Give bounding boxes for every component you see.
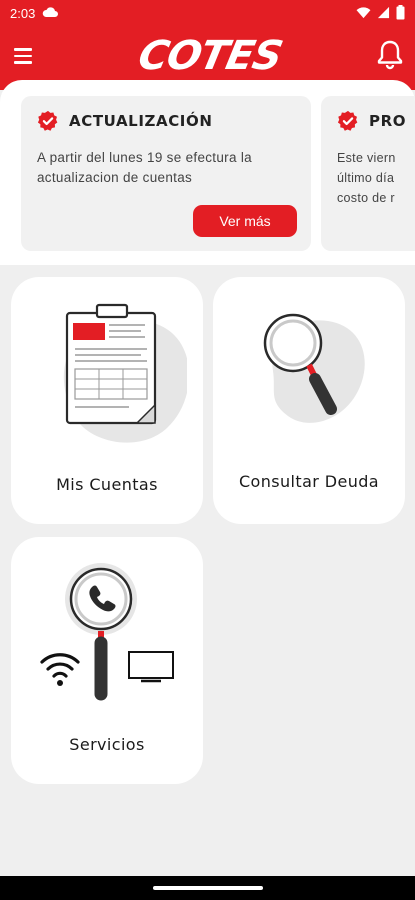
- battery-icon: [396, 5, 405, 20]
- home-gesture-handle[interactable]: [153, 886, 263, 890]
- tile-label: Mis Cuentas: [56, 475, 158, 494]
- status-time: 2:03: [10, 6, 36, 21]
- clipboard-document-icon: [63, 303, 187, 443]
- magnifying-glass-icon: [263, 313, 365, 423]
- notice-text: A partir del lunes 19 se efectura la act…: [37, 150, 252, 185]
- verified-badge-icon: [37, 110, 58, 131]
- wifi-icon: [356, 7, 371, 19]
- signal-icon: [377, 6, 390, 19]
- notice-text: Este viern último día costo de r: [337, 148, 415, 208]
- tile-mis-cuentas[interactable]: Mis Cuentas: [11, 277, 203, 524]
- tile-label: Servicios: [69, 735, 145, 754]
- ver-mas-button[interactable]: Ver más: [193, 205, 297, 237]
- tile-servicios[interactable]: Servicios: [11, 537, 203, 784]
- notice-title: PRO: [369, 112, 407, 130]
- system-nav-bar: [0, 876, 415, 900]
- services-phone-wifi-tv-icon: [40, 563, 174, 701]
- notice-text-line: último día: [337, 171, 395, 185]
- status-bar: 2:03: [0, 0, 415, 28]
- notice-card[interactable]: PRO Este viern último día costo de r: [321, 96, 415, 251]
- status-icons: [356, 5, 405, 20]
- cotes-logo: COTES: [134, 33, 286, 79]
- notice-text-line: costo de r: [337, 191, 395, 205]
- hamburger-menu-icon[interactable]: [14, 42, 46, 70]
- tile-consultar-deuda[interactable]: Consultar Deuda: [213, 277, 405, 524]
- cloud-icon: [42, 6, 58, 21]
- tile-label: Consultar Deuda: [238, 472, 380, 491]
- notice-text-line: Este viern: [337, 151, 396, 165]
- verified-badge-icon: [337, 110, 358, 131]
- notice-card[interactable]: ACTUALIZACIÓN A partir del lunes 19 se e…: [21, 96, 311, 251]
- notice-header: ACTUALIZACIÓN: [37, 110, 213, 132]
- notice-header: PRO: [337, 110, 406, 132]
- bell-icon[interactable]: [375, 38, 405, 70]
- notice-title: ACTUALIZACIÓN: [69, 112, 213, 130]
- notice-carousel[interactable]: ACTUALIZACIÓN A partir del lunes 19 se e…: [0, 80, 415, 265]
